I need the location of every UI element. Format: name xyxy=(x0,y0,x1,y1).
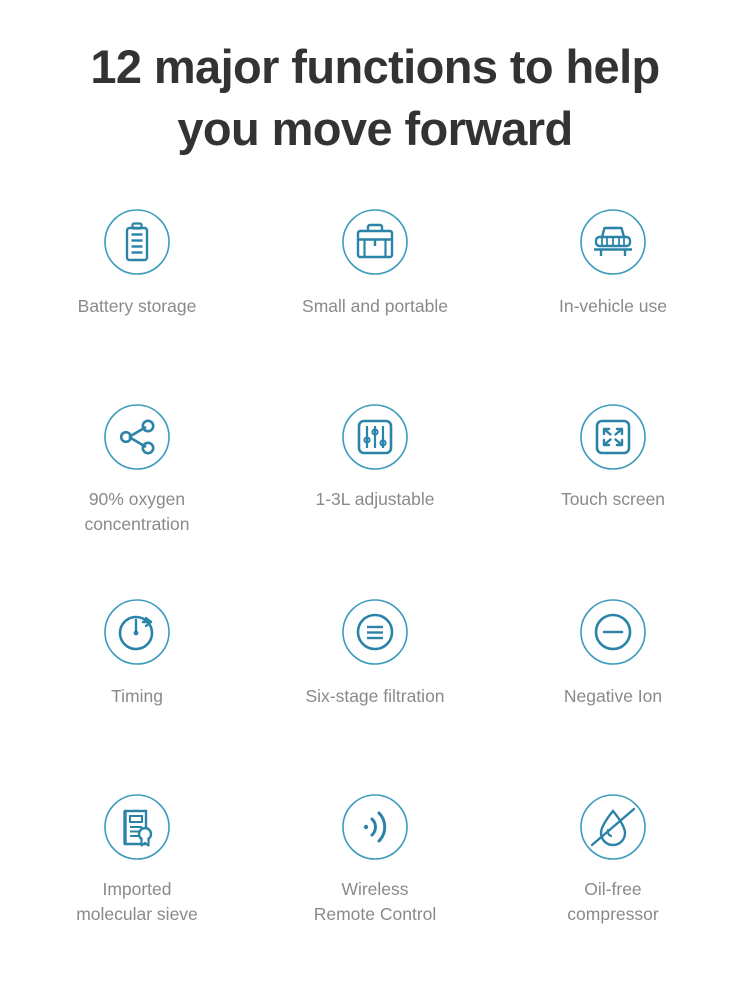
feature-label: Timing xyxy=(111,686,163,707)
feature-item-flow-adjustable[interactable]: 1-3L adjustable xyxy=(256,395,494,590)
page-title: 12 major functions to help you move forwa… xyxy=(0,0,750,160)
feature-item-battery-storage[interactable]: Battery storage xyxy=(18,200,256,395)
feature-item-negative-ion[interactable]: Negative Ion xyxy=(494,590,732,785)
feature-item-six-stage-filtration[interactable]: Six-stage filtration xyxy=(256,590,494,785)
feature-grid-page: 12 major functions to help you move forwa… xyxy=(0,0,750,1000)
feature-item-in-vehicle-use[interactable]: In-vehicle use xyxy=(494,200,732,395)
feature-label: Six-stage filtration xyxy=(305,686,445,707)
wireless-signal-icon xyxy=(337,789,413,865)
feature-item-touch-screen[interactable]: Touch screen xyxy=(494,395,732,590)
feature-label: 1-3L adjustable xyxy=(315,489,435,510)
feature-label: Negative Ion xyxy=(563,686,663,707)
feature-item-molecular-sieve[interactable]: Imported molecular sieve xyxy=(18,785,256,980)
feature-label: In-vehicle use xyxy=(559,296,667,317)
feature-item-oil-free-compressor[interactable]: Oil-free compressor xyxy=(494,785,732,980)
page-title-line-2: you move forward xyxy=(177,102,573,156)
feature-label: Imported molecular sieve xyxy=(76,879,198,925)
feature-item-timing[interactable]: Timing xyxy=(18,590,256,785)
feature-label: Wireless Remote Control xyxy=(313,879,437,925)
expand-arrows-icon xyxy=(575,399,651,475)
features-grid: Battery storage Small and portable In-ve… xyxy=(0,200,750,980)
sliders-icon xyxy=(337,399,413,475)
feature-label: Oil-free compressor xyxy=(567,879,659,925)
car-front-icon xyxy=(575,204,651,280)
minus-circle-icon xyxy=(575,594,651,670)
feature-item-wireless-remote-control[interactable]: Wireless Remote Control xyxy=(256,785,494,980)
feature-item-small-and-portable[interactable]: Small and portable xyxy=(256,200,494,395)
feature-label: 90% oxygen concentration xyxy=(84,489,190,535)
feature-item-oxygen-concentration[interactable]: 90% oxygen concentration xyxy=(18,395,256,590)
stopwatch-icon xyxy=(99,594,175,670)
page-title-line-1: 12 major functions to help xyxy=(90,40,660,93)
certificate-icon xyxy=(99,789,175,865)
briefcase-icon xyxy=(337,204,413,280)
feature-label: Small and portable xyxy=(302,296,448,317)
molecule-share-icon xyxy=(99,399,175,475)
feature-label: Battery storage xyxy=(77,296,197,317)
battery-icon xyxy=(99,204,175,280)
no-oil-drop-icon xyxy=(575,789,651,865)
feature-label: Touch screen xyxy=(560,489,666,510)
filter-layers-icon xyxy=(337,594,413,670)
